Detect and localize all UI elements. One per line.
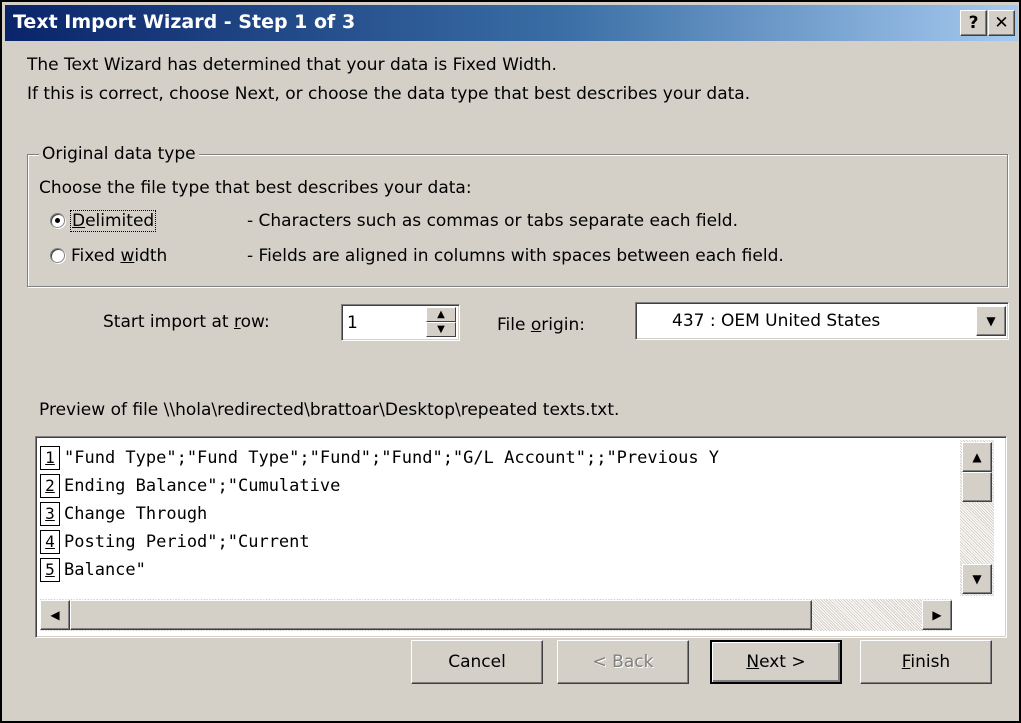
fixed-width-description: - Fields are aligned in columns with spa… [247,246,784,266]
spin-up-button[interactable]: ▲ [426,307,456,322]
scroll-up-button[interactable]: ▲ [962,442,992,472]
row-text: Balance" [64,560,146,580]
intro-line-1: The Text Wizard has determined that your… [27,55,557,75]
close-icon: ✕ [994,13,1009,33]
row-number: 1 [40,446,60,470]
delimited-description: - Characters such as commas or tabs sepa… [247,211,738,231]
preview-pane[interactable]: 1 "Fund Type";"Fund Type";"Fund";"Fund";… [40,440,952,595]
preview-row: 4 Posting Period";"Current [40,528,310,556]
cancel-button[interactable]: Cancel [411,640,543,684]
row-number: 4 [40,530,60,554]
vertical-scroll-thumb[interactable] [962,472,992,502]
window-title: Text Import Wizard - Step 1 of 3 [13,11,356,33]
horizontal-scroll-thumb[interactable] [70,600,812,630]
back-button[interactable]: < Back [557,640,689,684]
next-button[interactable]: Next > [710,640,842,684]
row-number: 3 [40,502,60,526]
scroll-down-button[interactable]: ▼ [962,564,992,594]
fixed-width-radio[interactable] [50,248,65,263]
file-type-prompt: Choose the file type that best describes… [39,178,472,198]
fixed-width-label[interactable]: Fixed width [71,246,167,266]
help-icon: ? [968,13,979,33]
help-button[interactable]: ? [960,10,987,36]
scroll-up-icon: ▲ [972,450,982,464]
scroll-left-icon: ◀ [50,608,60,622]
preview-row: 1 "Fund Type";"Fund Type";"Fund";"Fund";… [40,444,719,472]
preview-row: 2 Ending Balance";"Cumulative [40,472,340,500]
row-text: Posting Period";"Current [64,532,310,552]
row-text: Ending Balance";"Cumulative [64,476,341,496]
text-import-wizard-dialog: Text Import Wizard - Step 1 of 3 ? ✕ The… [0,0,1021,723]
spin-down-button[interactable]: ▼ [426,322,456,337]
scroll-down-icon: ▼ [972,572,982,586]
file-origin-label: File origin: [497,315,585,335]
spin-up-icon: ▲ [437,309,445,320]
file-origin-value: 437 : OEM United States [672,311,881,331]
file-origin-dropdown-button[interactable]: ▼ [976,306,1006,336]
start-row-input[interactable]: 1 [347,313,358,333]
scroll-left-button[interactable]: ◀ [40,600,70,630]
preview-row: 3 Change Through [40,500,207,528]
file-origin-select[interactable]: 437 : OEM United States ▼ [635,302,1009,340]
finish-button[interactable]: Finish [860,640,992,684]
title-bar[interactable]: Text Import Wizard - Step 1 of 3 ? ✕ [5,5,1018,41]
close-button[interactable]: ✕ [988,10,1015,36]
chevron-down-icon: ▼ [986,314,996,328]
scroll-right-button[interactable]: ▶ [922,600,952,630]
delimited-radio[interactable] [50,213,65,228]
start-row-field: 1 ▲ ▼ [341,304,460,341]
row-number: 5 [40,558,60,582]
spin-down-icon: ▼ [437,324,445,335]
row-text: Change Through [64,504,208,524]
preview-caption: Preview of file \\hola\redirected\bratto… [39,400,620,420]
intro-line-2: If this is correct, choose Next, or choo… [27,84,751,104]
group-legend: Original data type [39,143,199,165]
preview-row: 5 Balance" [40,556,146,584]
delimited-label[interactable]: Delimited [69,210,157,232]
row-number: 2 [40,474,60,498]
scroll-right-icon: ▶ [932,608,942,622]
start-row-label: Start import at row: [103,312,270,332]
radio-selected-dot [55,218,60,223]
row-text: "Fund Type";"Fund Type";"Fund";"Fund";"G… [64,448,720,468]
